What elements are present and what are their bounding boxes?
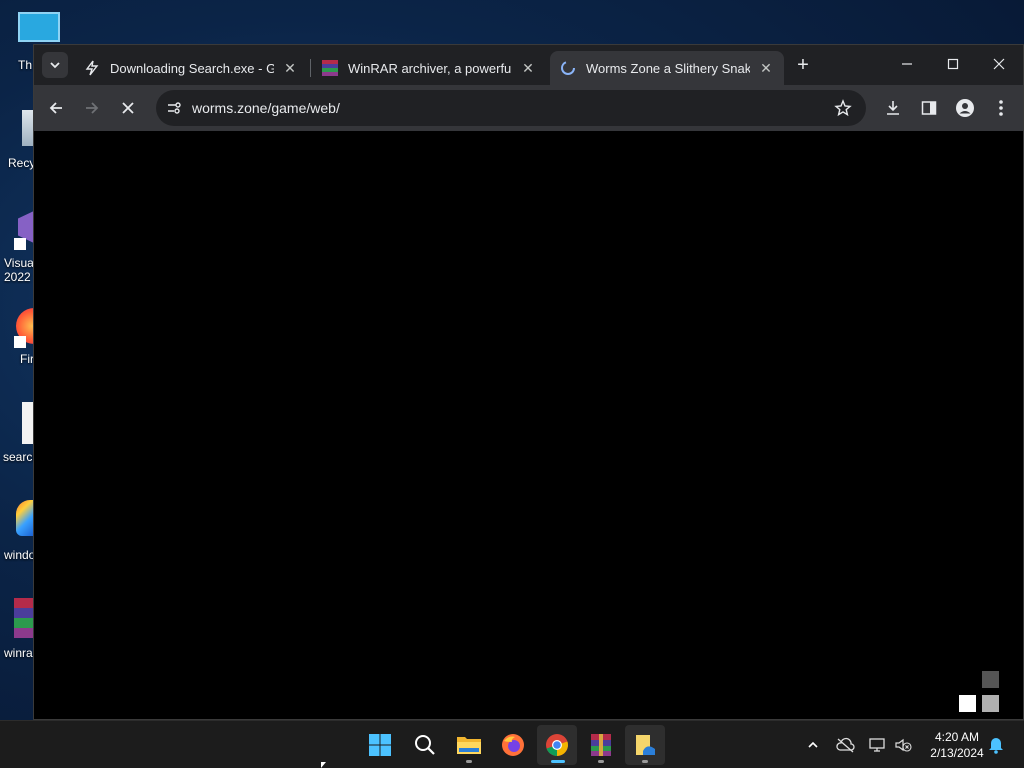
close-icon xyxy=(993,58,1005,70)
close-window-button[interactable] xyxy=(976,45,1022,83)
search-icon xyxy=(415,735,435,755)
download-icon xyxy=(887,101,899,115)
taskbar-chrome[interactable] xyxy=(537,725,577,765)
site-info-icon[interactable] xyxy=(164,98,184,118)
close-icon[interactable]: ✕ xyxy=(758,60,774,76)
downloads-button[interactable] xyxy=(881,96,905,120)
running-indicator xyxy=(466,760,472,763)
loading-spinner-icon xyxy=(560,60,576,76)
tab-title: Downloading Search.exe - Gam xyxy=(110,60,274,76)
chevron-down-icon xyxy=(50,62,60,69)
browser-toolbar: worms.zone/game/web/ xyxy=(34,85,1023,131)
network-icon[interactable] xyxy=(867,735,887,755)
taskbar-app-document[interactable] xyxy=(625,725,665,765)
firefox-icon xyxy=(502,734,524,756)
tab-title: Worms Zone a Slithery Snake xyxy=(586,60,750,76)
more-vertical-icon xyxy=(999,100,1003,116)
minimize-icon xyxy=(902,63,912,65)
back-button[interactable] xyxy=(44,96,68,120)
maximize-icon xyxy=(947,58,959,70)
running-indicator xyxy=(642,760,648,763)
winrar-icon xyxy=(14,598,34,638)
close-icon[interactable]: ✕ xyxy=(282,60,298,76)
profile-button[interactable] xyxy=(953,96,977,120)
tab-winrar[interactable]: WinRAR archiver, a powerful to ✕ xyxy=(312,51,546,85)
shortcut-arrow-icon xyxy=(14,336,26,348)
close-icon[interactable]: ✕ xyxy=(520,60,536,76)
menu-button[interactable] xyxy=(989,96,1013,120)
winrar-icon xyxy=(591,734,611,756)
page-viewport[interactable] xyxy=(34,131,1023,719)
maximize-button[interactable] xyxy=(930,45,976,83)
show-hidden-icons-button[interactable] xyxy=(803,735,823,755)
profile-icon xyxy=(956,99,974,117)
notification-bell-button[interactable] xyxy=(986,735,1006,755)
arrow-left-icon xyxy=(49,102,62,114)
lightning-icon xyxy=(84,60,100,76)
stop-loading-button[interactable] xyxy=(116,96,140,120)
minimize-button[interactable] xyxy=(884,45,930,83)
side-panel-icon xyxy=(921,101,937,115)
onedrive-offline-icon[interactable] xyxy=(835,735,855,755)
taskbar-firefox[interactable] xyxy=(493,725,533,765)
arrow-right-icon xyxy=(86,102,99,114)
chevron-up-icon xyxy=(808,741,818,748)
tab-title: WinRAR archiver, a powerful to xyxy=(348,60,512,76)
tab-downloading-search[interactable]: Downloading Search.exe - Gam ✕ xyxy=(74,51,308,85)
document-icon xyxy=(636,735,655,755)
close-icon xyxy=(122,102,134,114)
mouse-cursor-icon xyxy=(321,762,326,768)
winrar-icon xyxy=(322,60,338,76)
windows-icon xyxy=(16,500,34,536)
new-tab-button[interactable]: + xyxy=(792,55,814,77)
folder-icon xyxy=(457,737,481,754)
forward-button[interactable] xyxy=(80,96,104,120)
taskbar-search-button[interactable] xyxy=(405,725,445,765)
tab-separator xyxy=(310,59,311,77)
tab-search-button[interactable] xyxy=(42,52,68,78)
bookmark-star-icon[interactable] xyxy=(832,97,854,119)
side-panel-button[interactable] xyxy=(917,96,941,120)
browser-window: Downloading Search.exe - Gam ✕ WinRAR ar… xyxy=(33,44,1024,720)
taskbar: 4:20 AM 2/13/2024 xyxy=(0,720,1024,768)
loading-squares-icon xyxy=(956,671,1000,715)
windows-start-icon xyxy=(369,734,391,756)
start-button[interactable] xyxy=(360,725,400,765)
shortcut-arrow-icon xyxy=(14,238,26,250)
url-text[interactable]: worms.zone/game/web/ xyxy=(192,100,832,116)
this-pc-icon xyxy=(18,12,60,42)
chrome-icon xyxy=(546,734,568,756)
address-bar[interactable]: worms.zone/game/web/ xyxy=(156,90,866,126)
active-indicator xyxy=(551,760,565,763)
tab-worms-zone[interactable]: Worms Zone a Slithery Snake ✕ xyxy=(550,51,784,85)
tab-strip: Downloading Search.exe - Gam ✕ WinRAR ar… xyxy=(34,45,1023,85)
taskbar-winrar[interactable] xyxy=(581,725,621,765)
bell-icon xyxy=(989,738,1003,754)
taskbar-file-explorer[interactable] xyxy=(449,725,489,765)
volume-muted-icon[interactable] xyxy=(893,735,913,755)
running-indicator xyxy=(598,760,604,763)
